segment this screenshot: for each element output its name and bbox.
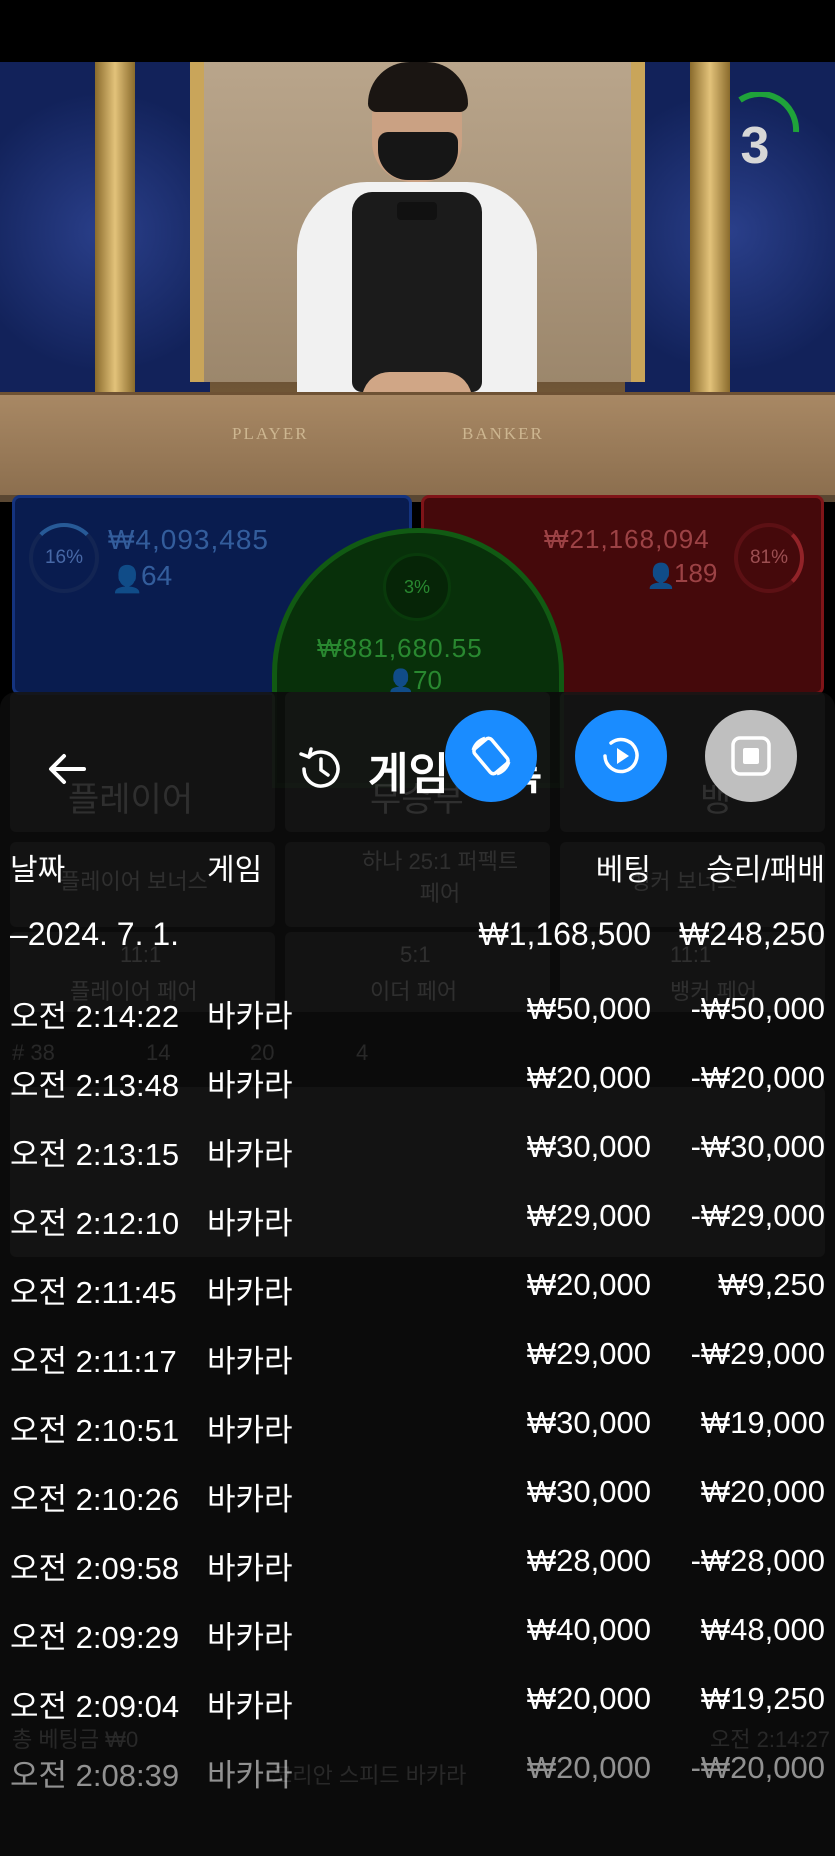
rotate-button[interactable] [445, 710, 537, 802]
stop-button[interactable] [705, 710, 797, 802]
stop-icon [731, 736, 771, 776]
table-row[interactable]: 오전 2:11:17 바카라 ₩29,000 -₩29,000 [0, 1336, 835, 1386]
row-bet: ₩20,000 [526, 1267, 651, 1302]
row-bet: ₩28,000 [526, 1543, 651, 1578]
row-result: ₩20,000 [700, 1474, 825, 1509]
row-bet: ₩20,000 [526, 1060, 651, 1095]
arrow-left-icon[interactable] [42, 744, 92, 794]
table-row[interactable]: 오전 2:11:45 바카라 ₩20,000 ₩9,250 [0, 1267, 835, 1317]
row-game: 바카라 [207, 1551, 293, 1586]
countdown-timer: 3 [740, 117, 770, 175]
row-game: 바카라 [207, 1275, 293, 1310]
row-bet: ₩30,000 [526, 1474, 651, 1509]
row-game: 바카라 [207, 1344, 293, 1379]
row-time: 오전 2:10:26 [10, 1482, 180, 1517]
row-time: 오전 2:12:10 [10, 1206, 180, 1241]
row-time: 오전 2:09:29 [10, 1620, 180, 1655]
table-label-player: PLAYER [232, 424, 309, 443]
row-game: 바카라 [207, 1620, 293, 1655]
row-game: 바카라 [207, 1206, 293, 1241]
table-row[interactable]: 오전 2:13:15 바카라 ₩30,000 -₩30,000 [0, 1129, 835, 1179]
table-row[interactable]: 오전 2:09:29 바카라 ₩40,000 ₩48,000 [0, 1612, 835, 1662]
row-time: 오전 2:13:48 [10, 1068, 180, 1103]
row-game: 바카라 [207, 1689, 293, 1724]
column-header-result: 승리/패배 [706, 854, 825, 887]
summary-bet-total: ₩1,168,500 [478, 916, 651, 952]
table-row[interactable]: 오전 2:14:22 바카라 ₩50,000 -₩50,000 [0, 991, 835, 1041]
ghost-pair-odds: 5:1 [400, 942, 431, 967]
replay-icon [603, 737, 639, 774]
row-bet: ₩20,000 [526, 1750, 651, 1785]
baccarat-table [0, 392, 835, 502]
row-time: 오전 2:14:22 [10, 999, 180, 1034]
table-row[interactable]: 오전 2:13:48 바카라 ₩20,000 -₩20,000 [0, 1060, 835, 1110]
row-bet: ₩30,000 [526, 1129, 651, 1164]
row-game: 바카라 [207, 1758, 293, 1793]
row-result: -₩20,000 [690, 1750, 825, 1785]
row-time: 오전 2:11:17 [10, 1344, 177, 1379]
column-header-date: 날짜 [10, 854, 66, 887]
rotate-icon [471, 736, 511, 776]
row-result: ₩19,000 [700, 1405, 825, 1440]
row-time: 오전 2:09:58 [10, 1551, 180, 1586]
row-result: -₩29,000 [690, 1198, 825, 1233]
live-video: PLAYER BANKER [0, 62, 835, 502]
row-result: -₩20,000 [690, 1060, 825, 1095]
row-result: -₩30,000 [690, 1129, 825, 1164]
row-bet: ₩40,000 [526, 1612, 651, 1647]
row-result: -₩50,000 [690, 991, 825, 1026]
row-bet: ₩29,000 [526, 1336, 651, 1371]
row-time: 오전 2:08:39 [10, 1758, 180, 1793]
row-bet: ₩50,000 [526, 991, 651, 1026]
row-game: 바카라 [207, 1137, 293, 1172]
row-time: 오전 2:13:15 [10, 1137, 180, 1172]
table-row[interactable]: 오전 2:10:51 바카라 ₩30,000 ₩19,000 [0, 1405, 835, 1455]
row-game: 바카라 [207, 1413, 293, 1448]
table-label-banker: BANKER [462, 424, 544, 443]
pillar [95, 62, 135, 392]
row-game: 바카라 [207, 1068, 293, 1103]
row-game: 바카라 [207, 999, 293, 1034]
row-bet: ₩29,000 [526, 1198, 651, 1233]
table-row[interactable]: 오전 2:08:39 바카라 ₩20,000 -₩20,000 [0, 1750, 835, 1800]
row-time: 오전 2:09:04 [10, 1689, 180, 1724]
row-game: 바카라 [207, 1482, 293, 1517]
row-time: 오전 2:10:51 [10, 1413, 180, 1448]
table-row[interactable]: 오전 2:09:04 바카라 ₩20,000 ₩19,250 [0, 1681, 835, 1731]
summary-date[interactable]: –2024. 7. 1. [10, 916, 179, 953]
row-result: ₩19,250 [700, 1681, 825, 1716]
history-icon [299, 747, 340, 788]
row-bet: ₩30,000 [526, 1405, 651, 1440]
column-header-bet: 베팅 [595, 854, 651, 887]
ghost-player-bonus: 플레이어 보너스 [60, 869, 208, 894]
table-row[interactable]: 오전 2:09:58 바카라 ₩28,000 -₩28,000 [0, 1543, 835, 1593]
row-result: -₩29,000 [690, 1336, 825, 1371]
row-time: 오전 2:11:45 [10, 1275, 177, 1310]
row-bet: ₩20,000 [526, 1681, 651, 1716]
row-result: ₩9,250 [718, 1267, 825, 1302]
replay-button[interactable] [575, 710, 667, 802]
table-row[interactable]: 오전 2:10:26 바카라 ₩30,000 ₩20,000 [0, 1474, 835, 1524]
table-row[interactable]: 오전 2:12:10 바카라 ₩29,000 -₩29,000 [0, 1198, 835, 1248]
status-bar [0, 0, 835, 62]
row-result: ₩48,000 [700, 1612, 825, 1647]
column-header-game: 게임 [207, 854, 263, 887]
ghost-perfect-pair: 하나 25:1 퍼펙트 페어 [361, 849, 519, 906]
row-result: -₩28,000 [690, 1543, 825, 1578]
summary-result-total: ₩248,250 [679, 916, 825, 952]
